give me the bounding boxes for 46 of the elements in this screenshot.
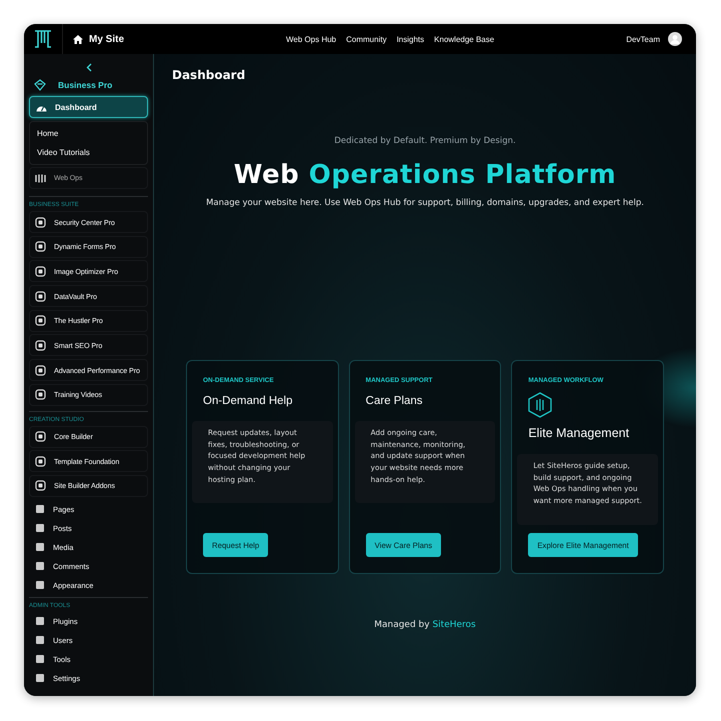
footer-text: Managed by <box>374 620 430 630</box>
menu-item-icon <box>35 504 45 514</box>
submenu-item[interactable]: Home <box>30 124 147 143</box>
app-icon <box>35 431 46 442</box>
app-icon <box>35 480 46 492</box>
app-icon <box>35 216 46 228</box>
collapse-chevron-icon[interactable] <box>86 63 92 72</box>
intro-text: Manage your website here. Use Web Ops Hub for support, billing, domains, upgrades, and expert help. <box>205 198 645 208</box>
diamond-icon <box>34 79 46 91</box>
menu-item-icon <box>35 673 45 684</box>
menu-item-icon <box>35 580 45 590</box>
app-icon <box>35 389 46 400</box>
avatar-icon[interactable] <box>668 32 682 46</box>
app-icon <box>35 364 46 376</box>
menu-item-icon <box>35 654 45 664</box>
user-link[interactable]: DevTeam <box>626 34 660 44</box>
nav-link[interactable]: Community <box>346 34 387 44</box>
app-icon <box>35 290 46 302</box>
app-icon <box>35 266 46 277</box>
tagline: Dedicated by Default. Premium by Design. <box>333 136 517 146</box>
sidebar-item[interactable]: Dashboard <box>29 96 148 118</box>
footer-link[interactable]: SiteHeros <box>432 620 476 630</box>
app-icon <box>35 315 46 326</box>
app-icon <box>35 456 46 467</box>
menu-item-icon <box>35 616 45 626</box>
site-link[interactable]: My Site <box>89 34 124 44</box>
card-title: On-Demand Help <box>203 395 294 407</box>
nav-link[interactable]: Web Ops Hub <box>286 34 336 44</box>
bars-icon <box>35 174 46 182</box>
menu-item-icon <box>35 561 45 572</box>
submenu-item[interactable]: Video Tutorials <box>30 143 147 162</box>
card-title: Elite Management <box>528 426 630 440</box>
hero-title: Web <box>234 160 300 190</box>
nav-link[interactable]: Knowledge Base <box>434 34 494 44</box>
menu-item-icon <box>35 523 45 534</box>
menu-item-icon <box>35 542 45 552</box>
home-icon <box>73 34 83 44</box>
nav-link[interactable]: Insights <box>396 34 424 44</box>
card-title: Care Plans <box>366 395 424 407</box>
menu-item-icon <box>35 635 45 646</box>
app-icon <box>35 241 46 252</box>
page-title: Dashboard <box>172 68 246 82</box>
app-icon <box>35 340 46 351</box>
brand-label: Business Pro <box>58 80 112 90</box>
logo-icon[interactable] <box>33 29 53 49</box>
hero-title-accent: Operations Platform <box>308 160 616 190</box>
